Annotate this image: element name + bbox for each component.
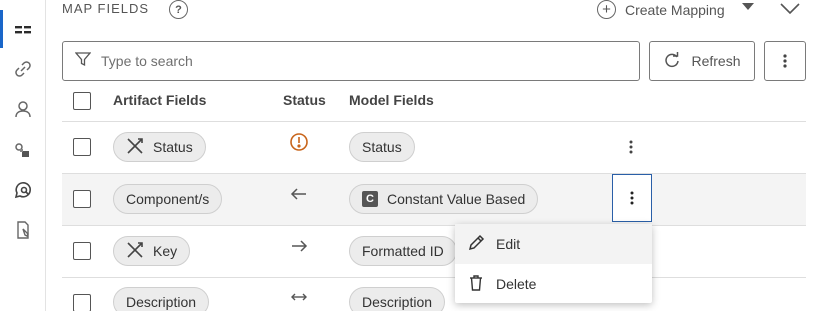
row-checkbox[interactable] [73, 242, 91, 260]
model-field-label: Status [362, 139, 402, 155]
filter-icon [74, 51, 92, 72]
artifact-field-label: Component/s [126, 191, 210, 207]
menu-item-delete[interactable]: Delete [455, 264, 652, 304]
arrow-left-icon [289, 184, 309, 209]
artifact-field-chip[interactable]: Component/s [113, 184, 223, 214]
artifact-field-chip[interactable]: Status [113, 132, 206, 162]
model-field-chip[interactable]: Formatted ID [349, 236, 457, 266]
model-field-label: Description [362, 294, 433, 310]
help-icon[interactable]: ? [169, 0, 188, 19]
search-box[interactable] [62, 41, 640, 81]
kebab-icon [783, 54, 787, 68]
menu-item-label: Delete [496, 276, 537, 292]
chevron-down-icon[interactable] [779, 2, 801, 21]
artifact-field-label: Description [126, 294, 197, 310]
column-header-status[interactable]: Status [283, 92, 326, 108]
artifact-field-chip[interactable]: Key [113, 236, 191, 266]
arrow-both-icon [289, 287, 309, 311]
arrow-right-icon [289, 236, 309, 261]
row-checkbox[interactable] [73, 294, 91, 311]
more-options-button[interactable] [764, 41, 806, 81]
menu-item-label: Edit [496, 236, 521, 252]
pencil-icon [467, 234, 485, 255]
menu-item-edit[interactable]: Edit [455, 224, 652, 264]
model-field-chip[interactable]: Status [349, 132, 415, 162]
active-indicator [0, 10, 3, 48]
artifact-field-label: Key [153, 243, 178, 259]
kebab-icon [630, 191, 634, 205]
row-kebab-icon[interactable] [622, 138, 640, 156]
model-field-chip[interactable]: C Constant Value Based [349, 184, 539, 214]
search-chat-icon[interactable] [11, 178, 35, 202]
document-edit-icon[interactable] [11, 218, 35, 242]
row-actions-menu: Edit Delete [455, 224, 652, 303]
fields-list-icon[interactable] [11, 18, 35, 42]
select-all-checkbox[interactable] [73, 92, 91, 110]
trash-icon [467, 274, 485, 295]
refresh-icon [663, 51, 681, 72]
user-icon[interactable] [11, 97, 35, 121]
row-checkbox[interactable] [73, 138, 91, 156]
model-field-label: Formatted ID [362, 243, 444, 259]
refresh-button[interactable]: Refresh [649, 41, 755, 81]
warning-icon [289, 132, 309, 157]
model-field-chip[interactable]: Description [349, 287, 446, 311]
dropdown-caret-icon[interactable] [742, 3, 754, 10]
shapes-icon[interactable] [11, 138, 35, 162]
column-header-artifact[interactable]: Artifact Fields [113, 92, 206, 108]
page-title: MAP FIELDS [62, 1, 150, 16]
left-rail [0, 0, 46, 311]
refresh-label: Refresh [691, 53, 741, 69]
create-mapping-label: Create Mapping [625, 1, 725, 18]
unlinked-icon [126, 137, 144, 158]
add-circle-icon: + [597, 0, 616, 19]
create-mapping-button[interactable]: + Create Mapping [597, 0, 725, 19]
model-field-label: Constant Value Based [387, 191, 526, 207]
artifact-field-label: Status [153, 139, 193, 155]
link-icon[interactable] [11, 57, 35, 81]
artifact-field-chip[interactable]: Description [113, 287, 210, 311]
constant-icon: C [362, 191, 378, 207]
row-kebab-button-active[interactable] [612, 174, 652, 222]
unlinked-icon [126, 241, 144, 262]
column-header-model[interactable]: Model Fields [349, 92, 434, 108]
row-checkbox[interactable] [73, 190, 91, 208]
search-input[interactable] [101, 53, 601, 69]
